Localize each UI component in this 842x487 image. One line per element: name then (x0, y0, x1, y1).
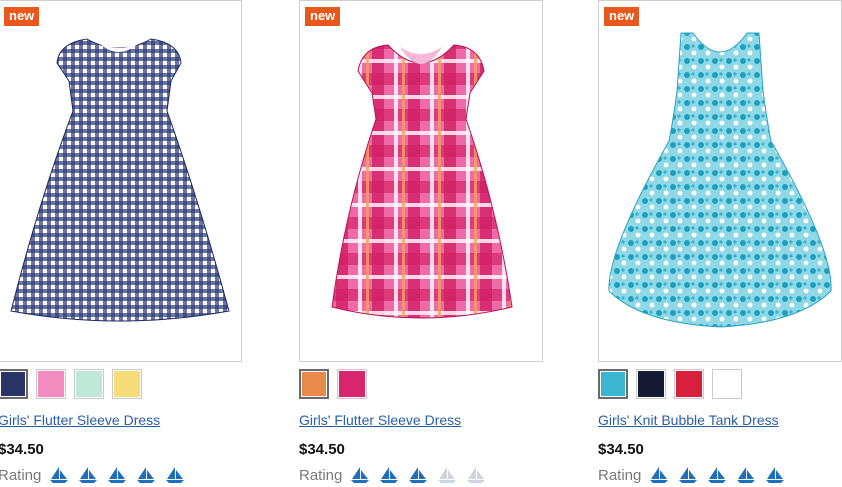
product-title-link[interactable]: Girls' Flutter Sleeve Dress (299, 412, 461, 428)
swatch-yellow-gingham[interactable] (112, 369, 142, 399)
color-swatches (0, 369, 142, 399)
sailboat-icon (409, 467, 428, 483)
sailboat-icon (650, 467, 669, 483)
new-badge: new (305, 7, 341, 26)
swatch-orange-pink-plaid[interactable] (299, 369, 329, 399)
swatch-pink-gingham[interactable] (36, 369, 66, 399)
swatch-red-print[interactable] (674, 369, 704, 399)
sailboat-empty-icon (438, 467, 457, 483)
swatch-white[interactable] (712, 369, 742, 399)
sailboat-empty-icon (467, 467, 486, 483)
sailboat-icon (737, 467, 756, 483)
swatch-aqua-print[interactable] (598, 369, 628, 399)
product-card: new Girls' Flutter Sleeve Dress $34.50 R… (0, 0, 242, 487)
sailboat-icon (766, 467, 785, 483)
product-card: new Girls' Knit Bubble Tank Dress $34.50… (598, 0, 842, 487)
product-image[interactable]: new (0, 0, 242, 362)
rating-label: Rating (598, 466, 642, 484)
swatch-magenta-plaid[interactable] (337, 369, 367, 399)
product-title-link[interactable]: Girls' Knit Bubble Tank Dress (598, 412, 779, 428)
product-image[interactable]: new (299, 0, 543, 362)
sailboat-icon (351, 467, 370, 483)
dress-image (10, 38, 230, 322)
product-rating: Rating (598, 466, 794, 484)
new-badge: new (4, 7, 40, 26)
sailboat-icon (380, 467, 399, 483)
product-rating: Rating (299, 466, 495, 484)
rating-label: Rating (299, 466, 343, 484)
product-title-link[interactable]: Girls' Flutter Sleeve Dress (0, 412, 160, 428)
rating-label: Rating (0, 466, 42, 484)
product-price: $34.50 (299, 441, 345, 458)
sailboat-icon (108, 467, 127, 483)
color-swatches (598, 369, 742, 399)
swatch-mint-gingham[interactable] (74, 369, 104, 399)
dress-image (608, 32, 832, 328)
color-swatches (299, 369, 367, 399)
dress-image (331, 44, 513, 319)
swatch-navy[interactable] (636, 369, 666, 399)
swatch-navy-gingham[interactable] (0, 369, 28, 399)
product-rating: Rating (0, 466, 194, 484)
product-price: $34.50 (598, 441, 644, 458)
new-badge: new (604, 7, 640, 26)
sailboat-icon (50, 467, 69, 483)
product-card: new Girls' Flutter Sleeve Dress $34.50 R… (299, 0, 543, 487)
product-image[interactable]: new (598, 0, 842, 362)
sailboat-icon (708, 467, 727, 483)
sailboat-icon (679, 467, 698, 483)
sailboat-icon (137, 467, 156, 483)
sailboat-icon (166, 467, 185, 483)
product-price: $34.50 (0, 441, 44, 458)
sailboat-icon (79, 467, 98, 483)
